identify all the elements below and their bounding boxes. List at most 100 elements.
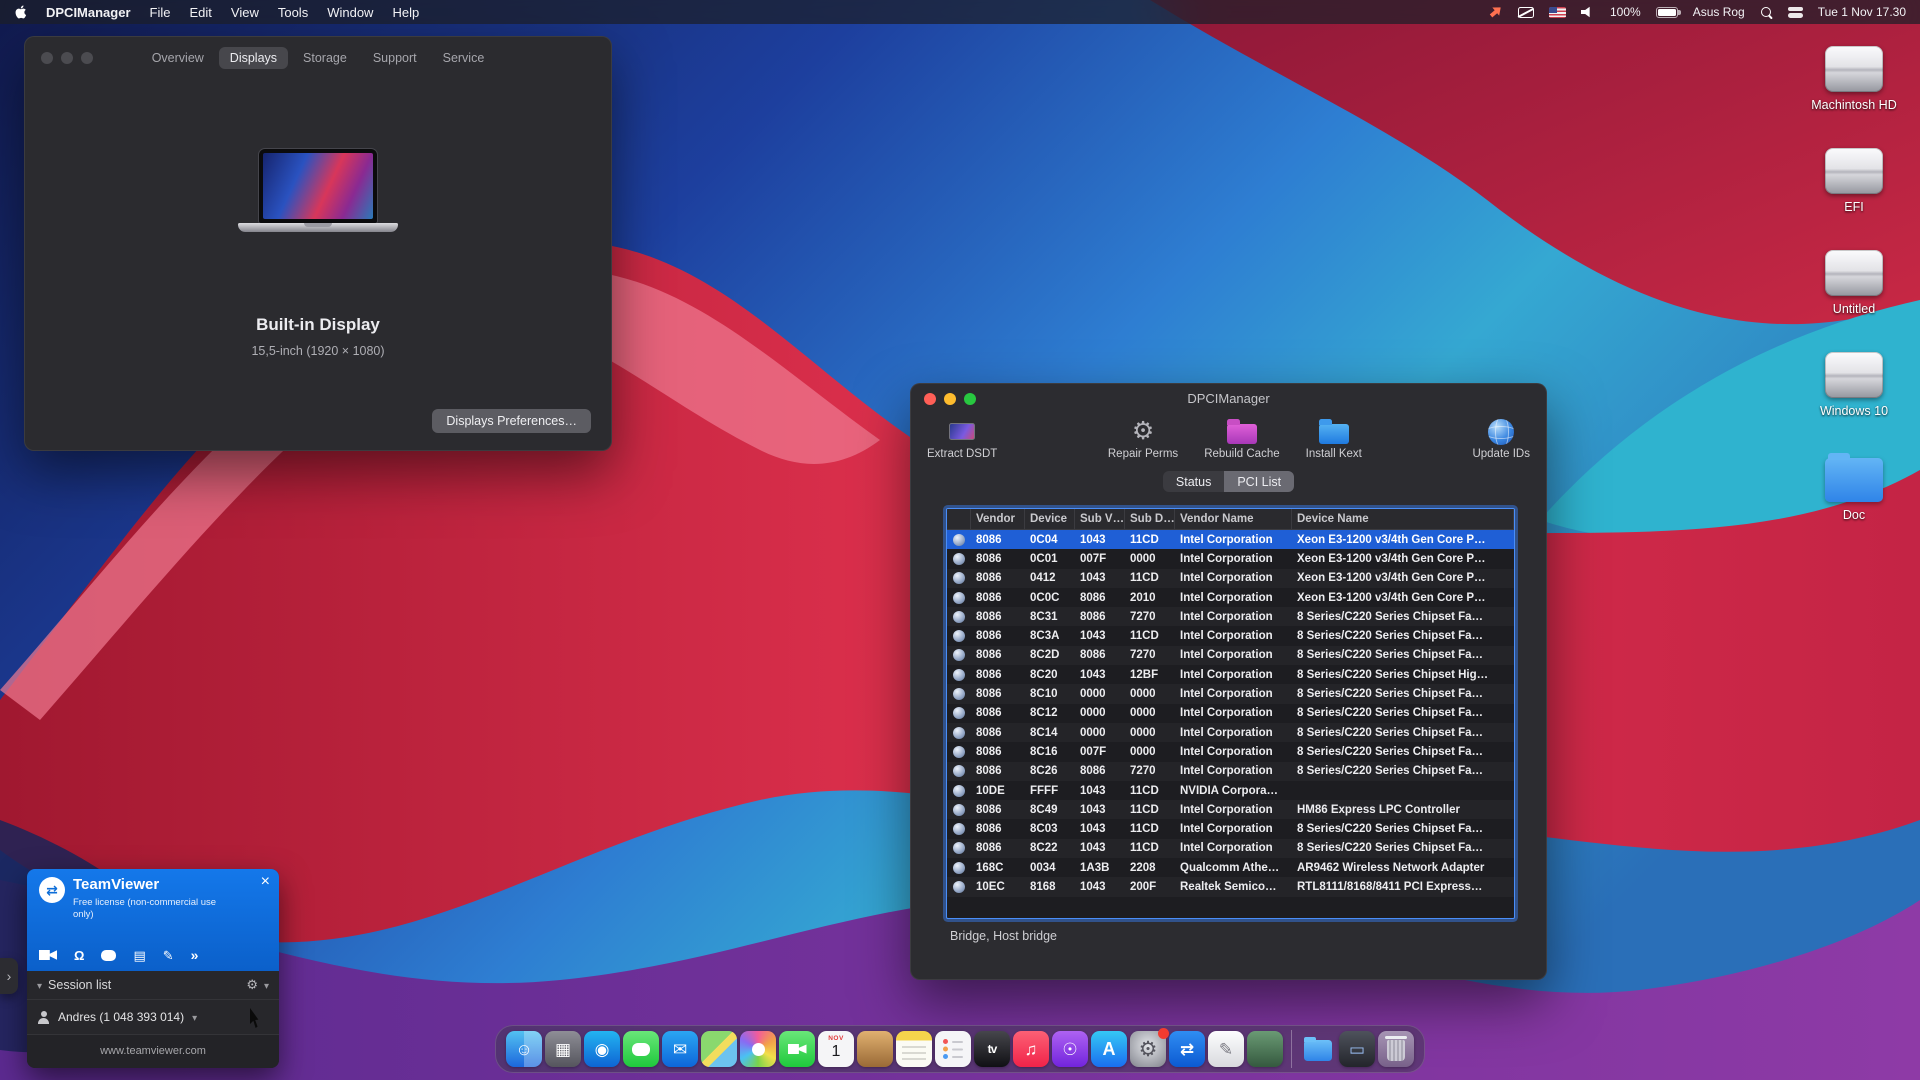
pci-table[interactable]: VendorDeviceSub V…Sub D…Vendor NameDevic… bbox=[946, 508, 1515, 919]
desktop-icon-efi[interactable]: EFI bbox=[1794, 148, 1914, 214]
video-call-icon[interactable] bbox=[39, 949, 57, 961]
menu-tools[interactable]: Tools bbox=[278, 5, 308, 20]
chevron-down-icon[interactable] bbox=[192, 1010, 197, 1024]
annotate-icon[interactable] bbox=[163, 949, 174, 962]
tab-service[interactable]: Service bbox=[432, 47, 496, 69]
teamviewer-footer-link[interactable]: www.teamviewer.com bbox=[27, 1035, 279, 1068]
chevron-down-icon[interactable] bbox=[37, 978, 42, 992]
screen-mirroring-icon[interactable] bbox=[1518, 7, 1534, 18]
dock-app-green[interactable] bbox=[1247, 1031, 1283, 1067]
install-kext-button[interactable]: Install Kext bbox=[1306, 418, 1362, 460]
dock-app-store[interactable]: A bbox=[1091, 1031, 1127, 1067]
menu-clock[interactable]: Tue 1 Nov 17.30 bbox=[1818, 5, 1906, 19]
dock-launchpad[interactable]: ▦ bbox=[545, 1031, 581, 1067]
column-header-vendor[interactable]: Vendor bbox=[971, 509, 1025, 529]
menu-edit[interactable]: Edit bbox=[189, 5, 211, 20]
window-controls[interactable] bbox=[924, 393, 976, 405]
session-list-row[interactable]: Session list bbox=[27, 971, 279, 1000]
column-header-sub-v[interactable]: Sub V… bbox=[1075, 509, 1125, 529]
table-row[interactable]: 80860C04104311CDIntel CorporationXeon E3… bbox=[947, 530, 1514, 549]
tab-status[interactable]: Status bbox=[1163, 471, 1224, 492]
rebuild-cache-button[interactable]: Rebuild Cache bbox=[1204, 418, 1279, 460]
tab-overview[interactable]: Overview bbox=[141, 47, 215, 69]
table-row[interactable]: 80860C01007F0000Intel CorporationXeon E3… bbox=[947, 549, 1514, 568]
menu-help[interactable]: Help bbox=[392, 5, 419, 20]
dock-contacts[interactable] bbox=[857, 1031, 893, 1067]
dock-trash[interactable] bbox=[1378, 1031, 1414, 1067]
table-row[interactable]: 80868C3A104311CDIntel Corporation8 Serie… bbox=[947, 626, 1514, 645]
more-icon[interactable] bbox=[191, 948, 199, 962]
table-row[interactable]: 80868C3180867270Intel Corporation8 Serie… bbox=[947, 607, 1514, 626]
table-row[interactable]: 80868C20104312BFIntel Corporation8 Serie… bbox=[947, 665, 1514, 684]
column-header-sub-d[interactable]: Sub D… bbox=[1125, 509, 1175, 529]
dock-system-preferences[interactable]: ⚙ bbox=[1130, 1031, 1166, 1067]
table-row[interactable]: 80868C1000000000Intel Corporation8 Serie… bbox=[947, 684, 1514, 703]
menu-app-name[interactable]: DPCIManager bbox=[46, 5, 131, 20]
volume-icon[interactable] bbox=[1581, 6, 1595, 18]
column-header-vendor-name[interactable]: Vendor Name bbox=[1175, 509, 1292, 529]
column-header-device[interactable]: Device bbox=[1025, 509, 1075, 529]
table-row[interactable]: 80868C49104311CDIntel CorporationHM86 Ex… bbox=[947, 800, 1514, 819]
table-row[interactable]: 80868C2680867270Intel Corporation8 Serie… bbox=[947, 762, 1514, 781]
dock-facetime[interactable] bbox=[779, 1031, 815, 1067]
table-row[interactable]: 80868C2D80867270Intel Corporation8 Serie… bbox=[947, 646, 1514, 665]
table-row[interactable]: 10DEFFFF104311CDNVIDIA Corpora… bbox=[947, 781, 1514, 800]
dpci-titlebar[interactable]: DPCIManager bbox=[911, 384, 1546, 412]
displays-preferences-button[interactable]: Displays Preferences… bbox=[432, 409, 591, 433]
repair-perms-button[interactable]: Repair Perms bbox=[1108, 418, 1178, 460]
dock-tv[interactable]: tv bbox=[974, 1031, 1010, 1067]
tab-pci-list[interactable]: PCI List bbox=[1224, 471, 1294, 492]
battery-icon[interactable] bbox=[1656, 7, 1678, 18]
window-controls[interactable] bbox=[41, 52, 93, 64]
input-language-flag-icon[interactable] bbox=[1549, 7, 1566, 18]
extract-dsdt-button[interactable]: Extract DSDT bbox=[927, 418, 997, 460]
menu-view[interactable]: View bbox=[231, 5, 259, 20]
table-row[interactable]: 80868C1200000000Intel Corporation8 Serie… bbox=[947, 704, 1514, 723]
session-arrow-icon[interactable] bbox=[1487, 3, 1505, 21]
menu-file[interactable]: File bbox=[150, 5, 171, 20]
zoom-button[interactable] bbox=[964, 393, 976, 405]
dock-messages[interactable] bbox=[623, 1031, 659, 1067]
dock-safari[interactable]: ◉ bbox=[584, 1031, 620, 1067]
clipboard-icon[interactable] bbox=[133, 949, 145, 962]
spotlight-icon[interactable] bbox=[1760, 6, 1773, 19]
device-name-menu[interactable]: Asus Rog bbox=[1693, 5, 1745, 19]
minimize-button[interactable] bbox=[61, 52, 73, 64]
desktop-icon-doc[interactable]: Doc bbox=[1794, 454, 1914, 522]
session-user-row[interactable]: Andres (1 048 393 014) bbox=[27, 1000, 279, 1035]
tab-support[interactable]: Support bbox=[362, 47, 428, 69]
table-row[interactable]: 80868C16007F0000Intel Corporation8 Serie… bbox=[947, 742, 1514, 761]
table-row[interactable]: 80860412104311CDIntel CorporationXeon E3… bbox=[947, 569, 1514, 588]
session-settings-gear-icon[interactable] bbox=[246, 977, 258, 993]
column-header-device-name[interactable]: Device Name bbox=[1292, 509, 1514, 529]
table-row[interactable]: 168C00341A3B2208Qualcomm Athe…AR9462 Wir… bbox=[947, 858, 1514, 877]
minimize-button[interactable] bbox=[944, 393, 956, 405]
table-row[interactable]: 10EC81681043200FRealtek Semico…RTL8111/8… bbox=[947, 877, 1514, 896]
close-button[interactable] bbox=[41, 52, 53, 64]
zoom-button[interactable] bbox=[81, 52, 93, 64]
table-row[interactable]: 80868C03104311CDIntel Corporation8 Serie… bbox=[947, 819, 1514, 838]
dock-finder[interactable]: ☺ bbox=[506, 1031, 542, 1067]
dock-notes[interactable] bbox=[896, 1031, 932, 1067]
headset-icon[interactable] bbox=[74, 949, 84, 962]
chevron-down-icon[interactable] bbox=[264, 978, 269, 992]
dock-music[interactable]: ♫ bbox=[1013, 1031, 1049, 1067]
tab-storage[interactable]: Storage bbox=[292, 47, 358, 69]
update-ids-button[interactable]: Update IDs bbox=[1472, 418, 1530, 460]
apple-menu-icon[interactable] bbox=[14, 4, 27, 20]
table-row[interactable]: 80868C22104311CDIntel Corporation8 Serie… bbox=[947, 839, 1514, 858]
desktop-icon-machintosh-hd[interactable]: Machintosh HD bbox=[1794, 46, 1914, 112]
dock-maps[interactable] bbox=[701, 1031, 737, 1067]
dock-downloads-folder[interactable] bbox=[1300, 1031, 1336, 1067]
dock-minimized-window[interactable]: ▭ bbox=[1339, 1031, 1375, 1067]
dock-photos[interactable] bbox=[740, 1031, 776, 1067]
desktop-icon-untitled[interactable]: Untitled bbox=[1794, 250, 1914, 316]
teamviewer-dock-handle[interactable] bbox=[0, 958, 18, 994]
close-icon[interactable] bbox=[261, 873, 270, 891]
dock-calendar[interactable]: NOV1 bbox=[818, 1031, 854, 1067]
close-button[interactable] bbox=[924, 393, 936, 405]
table-row[interactable]: 80860C0C80862010Intel CorporationXeon E3… bbox=[947, 588, 1514, 607]
dock-mail[interactable]: ✉ bbox=[662, 1031, 698, 1067]
desktop-icon-windows-10[interactable]: Windows 10 bbox=[1794, 352, 1914, 418]
chat-icon[interactable] bbox=[101, 950, 116, 961]
